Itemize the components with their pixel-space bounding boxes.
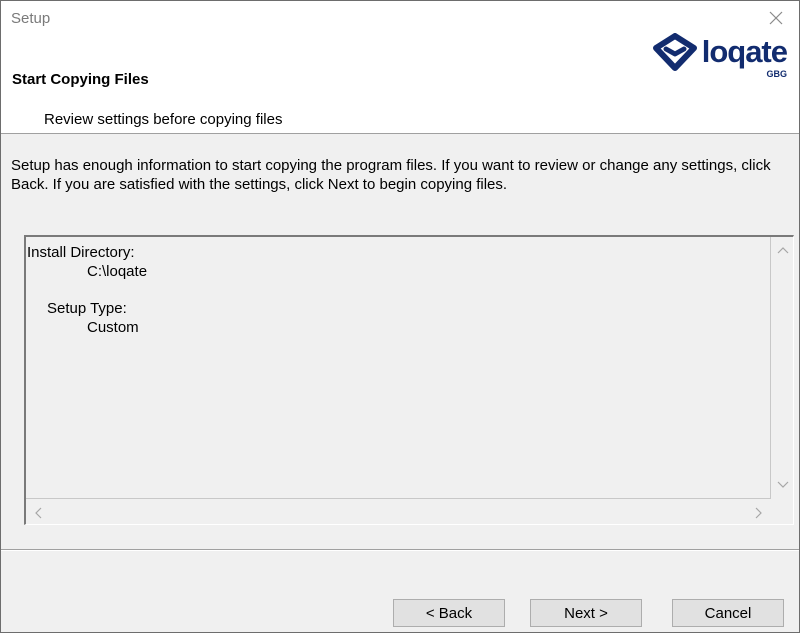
setup-window: Setup Start Copying Files Review setting…: [0, 0, 800, 633]
vertical-scrollbar[interactable]: [773, 237, 793, 499]
window-title: Setup: [11, 10, 51, 27]
scroll-left-icon[interactable]: [34, 507, 42, 519]
setup-type-value: Custom: [87, 319, 139, 336]
page-title: Start Copying Files: [12, 71, 149, 88]
logo-subtext: GBG: [766, 69, 787, 79]
install-directory-value: C:\loqate: [87, 263, 148, 280]
title-bar: Setup: [1, 1, 799, 35]
next-button[interactable]: Next >: [530, 599, 642, 627]
logo-wordmark: loqate: [701, 34, 788, 69]
close-button[interactable]: [753, 1, 799, 35]
close-icon: [769, 11, 783, 25]
button-separator: [1, 549, 799, 551]
cancel-button[interactable]: Cancel: [672, 599, 784, 627]
back-button[interactable]: < Back: [393, 599, 505, 627]
scroll-up-icon[interactable]: [777, 246, 789, 254]
instructions-text: Setup has enough information to start co…: [11, 157, 771, 193]
settings-summary-text: Install Directory: C:\loqate Setup Type:…: [26, 237, 771, 499]
page-subtitle: Review settings before copying files: [44, 111, 283, 128]
loqate-logo: loqate GBG: [652, 33, 788, 79]
scroll-down-icon[interactable]: [777, 481, 789, 489]
settings-summary-box[interactable]: Install Directory: C:\loqate Setup Type:…: [24, 235, 794, 525]
setup-type-label: Setup Type:: [47, 300, 127, 317]
loqate-pin-icon: [652, 33, 697, 71]
scroll-right-icon[interactable]: [755, 507, 763, 519]
horizontal-scrollbar[interactable]: [26, 501, 771, 524]
install-directory-label: Install Directory:: [27, 244, 135, 261]
